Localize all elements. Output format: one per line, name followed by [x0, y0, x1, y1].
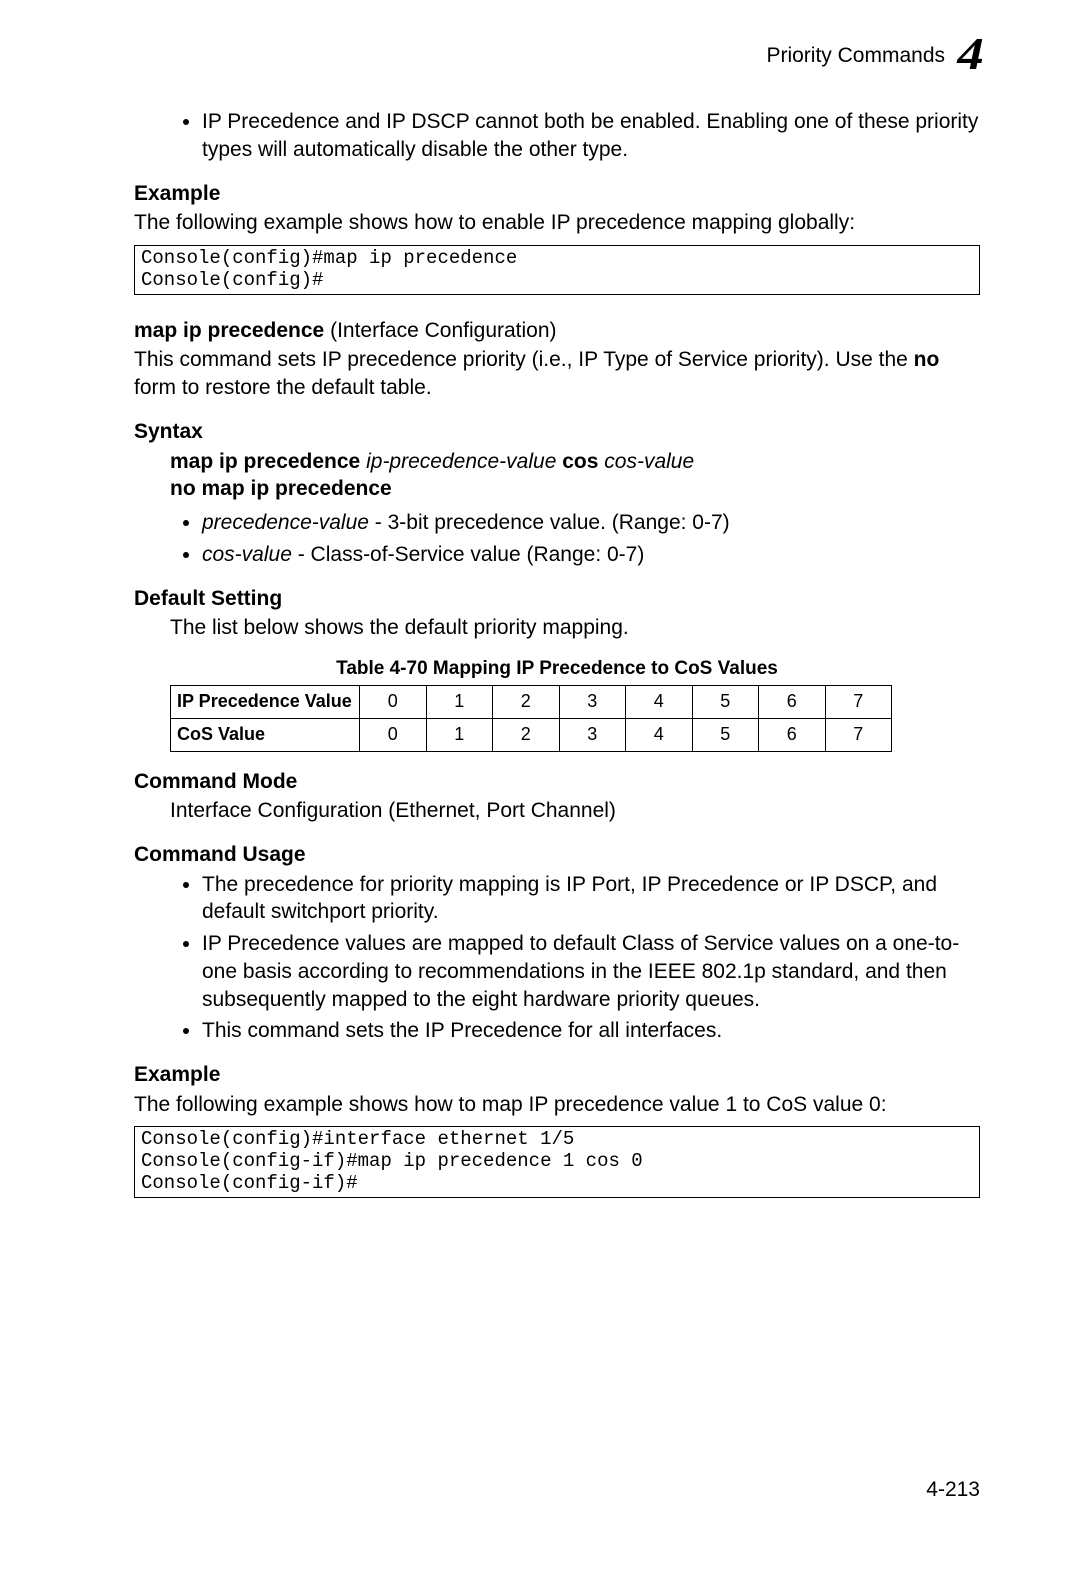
code-block-2: Console(config)#interface ethernet 1/5 C… [134, 1126, 980, 1198]
cmd-desc-pre: This command sets IP precedence priority… [134, 348, 914, 371]
cell: 6 [759, 686, 826, 719]
page: Priority Commands 4 IP Precedence and IP… [0, 0, 1080, 1570]
example-intro-2: The following example shows how to map I… [134, 1091, 980, 1119]
syntax-line-2: no map ip precedence [170, 475, 980, 503]
syntax-param-2: cos-value - Class-of-Service value (Rang… [202, 541, 980, 569]
cell: 6 [759, 718, 826, 751]
usage-bullet-3: This command sets the IP Precedence for … [202, 1017, 980, 1045]
default-setting-heading: Default Setting [134, 585, 980, 613]
cell: 2 [493, 718, 560, 751]
syntax-l1-b: ip-precedence-value [366, 450, 556, 473]
command-mode-heading: Command Mode [134, 768, 980, 796]
intro-bullet-item: IP Precedence and IP DSCP cannot both be… [202, 108, 980, 163]
command-usage-list: The precedence for priority mapping is I… [180, 871, 980, 1045]
row2-label: CoS Value [171, 718, 360, 751]
syntax-l1-c: cos [562, 450, 598, 473]
cmd-desc-no: no [914, 348, 940, 371]
cell: 7 [825, 718, 892, 751]
syntax-l1-a: map ip precedence [170, 450, 360, 473]
cell: 7 [825, 686, 892, 719]
running-header: Priority Commands 4 [134, 38, 980, 74]
cell: 1 [426, 718, 493, 751]
usage-bullet-1: The precedence for priority mapping is I… [202, 871, 980, 926]
syntax-l1-d: cos-value [604, 450, 694, 473]
precedence-cos-table: IP Precedence Value 0 1 2 3 4 5 6 7 CoS … [170, 685, 892, 752]
table-row: IP Precedence Value 0 1 2 3 4 5 6 7 [171, 686, 892, 719]
cell: 3 [559, 686, 626, 719]
syntax-param-1: precedence-value - 3-bit precedence valu… [202, 509, 980, 537]
chapter-number-icon: 4 [957, 38, 981, 74]
syntax-heading: Syntax [134, 418, 980, 446]
default-setting-text: The list below shows the default priorit… [170, 614, 980, 642]
example-heading-2: Example [134, 1061, 980, 1089]
command-usage-heading: Command Usage [134, 841, 980, 869]
cell: 2 [493, 686, 560, 719]
command-title: map ip precedence (Interface Configurati… [134, 317, 980, 345]
cmd-desc-post: form to restore the default table. [134, 376, 432, 399]
cell: 0 [360, 718, 427, 751]
command-title-rest: (Interface Configuration) [324, 319, 556, 342]
syntax-line-1: map ip precedence ip-precedence-value co… [170, 448, 980, 476]
intro-bullet-list: IP Precedence and IP DSCP cannot both be… [180, 108, 980, 163]
cell: 5 [692, 686, 759, 719]
syntax-lines: map ip precedence ip-precedence-value co… [170, 448, 980, 503]
syntax-param1-t: - 3-bit precedence value. (Range: 0-7) [369, 511, 730, 534]
table-row: CoS Value 0 1 2 3 4 5 6 7 [171, 718, 892, 751]
example-heading-1: Example [134, 180, 980, 208]
syntax-param2-i: cos-value [202, 543, 292, 566]
cell: 1 [426, 686, 493, 719]
command-mode-text: Interface Configuration (Ethernet, Port … [170, 797, 980, 825]
command-description: This command sets IP precedence priority… [134, 346, 980, 401]
cell: 5 [692, 718, 759, 751]
table-caption: Table 4-70 Mapping IP Precedence to CoS … [134, 656, 980, 681]
running-head-text: Priority Commands [766, 42, 945, 70]
cell: 0 [360, 686, 427, 719]
cell: 3 [559, 718, 626, 751]
code-block-1: Console(config)#map ip precedence Consol… [134, 245, 980, 295]
syntax-param2-t: - Class-of-Service value (Range: 0-7) [292, 543, 644, 566]
page-number: 4-213 [926, 1476, 980, 1504]
syntax-params-list: precedence-value - 3-bit precedence valu… [180, 509, 980, 568]
example-intro-1: The following example shows how to enabl… [134, 209, 980, 237]
command-title-bold: map ip precedence [134, 319, 324, 342]
cell: 4 [626, 718, 693, 751]
cell: 4 [626, 686, 693, 719]
usage-bullet-2: IP Precedence values are mapped to defau… [202, 930, 980, 1013]
row1-label: IP Precedence Value [171, 686, 360, 719]
syntax-l2: no map ip precedence [170, 477, 392, 500]
syntax-param1-i: precedence-value [202, 511, 369, 534]
